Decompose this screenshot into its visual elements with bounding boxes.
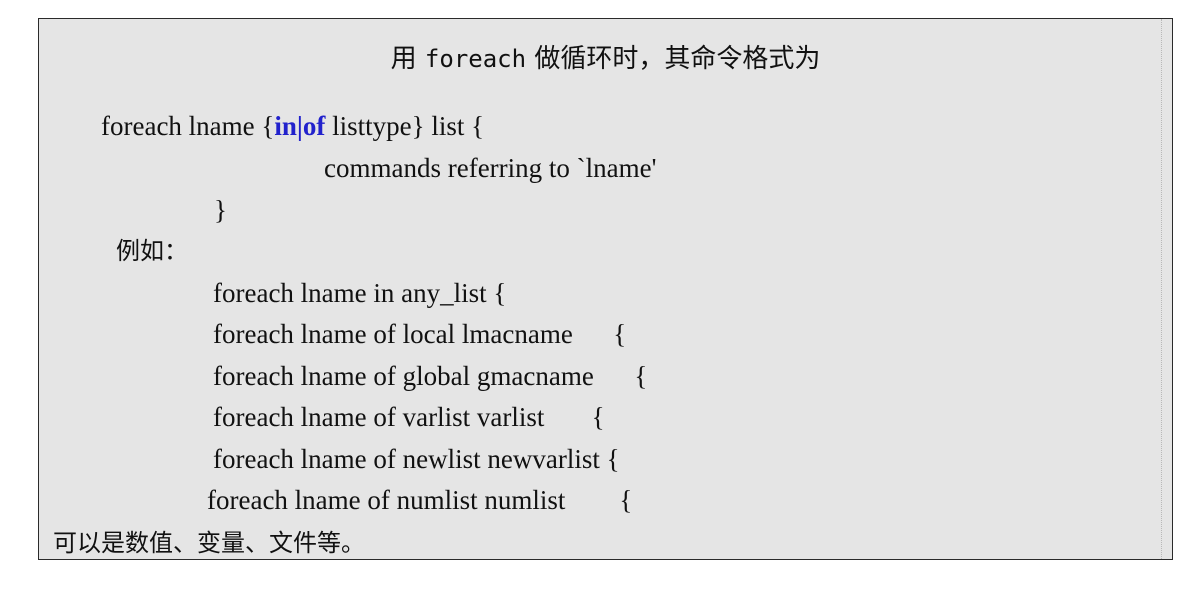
example-line-2: foreach lname of local lmacname { xyxy=(213,319,627,349)
example-label: 例如： xyxy=(116,237,188,265)
title-prefix: 用 xyxy=(390,44,425,74)
note-text: 可以是数值、变量、文件等。 xyxy=(53,529,365,557)
syntax-line-1-end: listtype} list { xyxy=(325,111,485,141)
example-line-1: foreach lname in any_list { xyxy=(213,278,507,308)
syntax-line-1-start: foreach lname { xyxy=(101,111,275,141)
example-line-3: foreach lname of global gmacname { xyxy=(213,361,648,391)
syntax-line-3: } xyxy=(214,195,227,225)
title-code: foreach xyxy=(424,45,527,73)
example-line-5: foreach lname of newlist newvarlist { xyxy=(213,444,620,474)
example-line-4: foreach lname of varlist varlist { xyxy=(213,402,605,432)
document-box: 用 foreach 做循环时，其命令格式为 foreach lname {in|… xyxy=(38,18,1173,560)
title-suffix: 做循环时，其命令格式为 xyxy=(526,44,821,74)
document-title: 用 foreach 做循环时，其命令格式为 xyxy=(39,43,1172,75)
syntax-line-1: foreach lname {in|of listtype} list { xyxy=(101,110,484,142)
example-line-6: foreach lname of numlist numlist { xyxy=(207,485,633,515)
keyword-in: in xyxy=(274,111,297,141)
keyword-of: of xyxy=(302,111,326,141)
syntax-line-2: commands referring to `lname' xyxy=(324,153,657,183)
